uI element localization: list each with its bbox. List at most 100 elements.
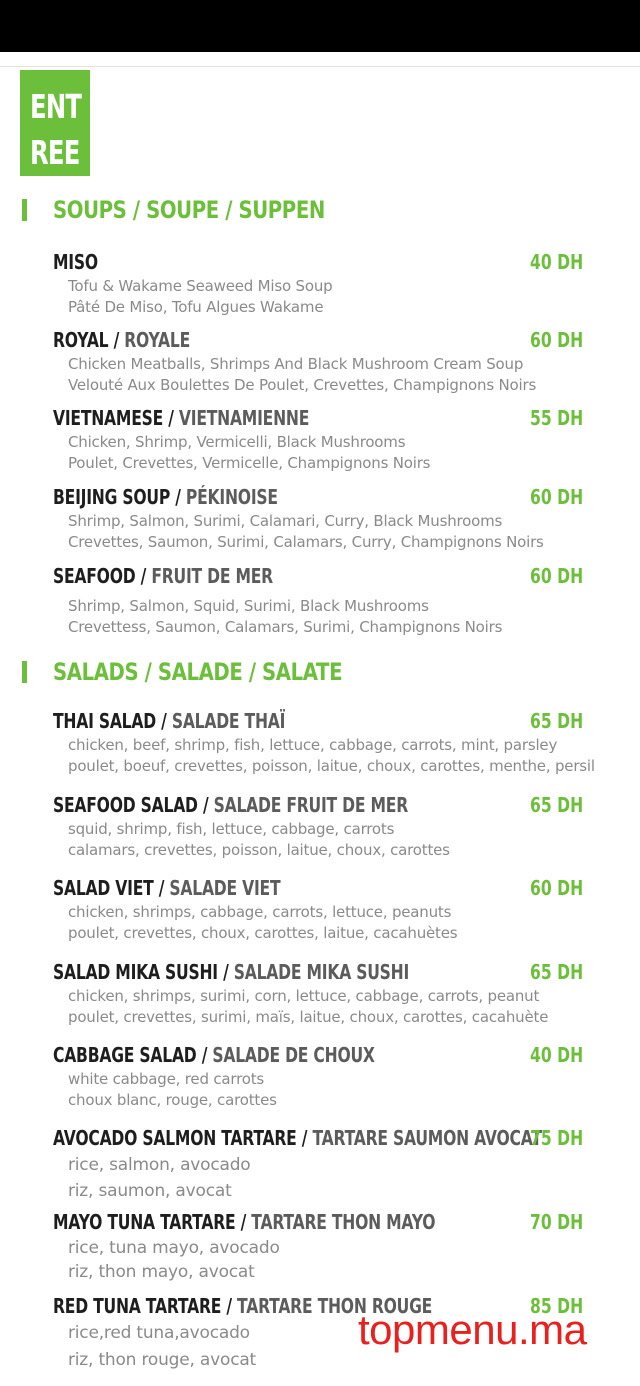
watermark-text: topmenu.ma xyxy=(358,1306,587,1353)
item-price: 65 DH xyxy=(529,960,583,984)
item-price: 75 DH xyxy=(529,1126,583,1150)
name-separator: / xyxy=(153,876,170,900)
item-desc-fr: poulet, boeuf, crevettes, poisson, laitu… xyxy=(68,757,595,775)
item-desc-fr: poulet, crevettes, surimi, maïs, laitue,… xyxy=(68,1008,549,1026)
menu-item: SALAD VIET / SALADE VIET 60 DH chicken, … xyxy=(53,876,593,944)
item-desc-en: rice, tuna mayo, avocado xyxy=(68,1238,280,1258)
item-name: THAI SALAD / SALADE THAÏ xyxy=(53,709,285,733)
item-price: 65 DH xyxy=(529,709,583,733)
menu-item: BEIJING SOUP / PÉKINOISE 60 DH Shrimp, S… xyxy=(53,485,593,553)
item-desc-fr: Velouté Aux Boulettes De Poulet, Crevett… xyxy=(68,376,537,394)
item-name: SEAFOOD SALAD / SALADE FRUIT DE MER xyxy=(53,793,408,817)
item-name-en: MISO xyxy=(53,250,98,274)
menu-item: MISO 40 DH Tofu & Wakame Seaweed Miso So… xyxy=(53,250,593,318)
item-desc-fr: riz, saumon, avocat xyxy=(68,1181,232,1201)
item-name-fr: VIETNAMIENNE xyxy=(178,406,310,430)
header-divider xyxy=(0,66,640,67)
name-separator: / xyxy=(221,1294,238,1318)
section-salads-title: SALADS / SALADE / SALATE xyxy=(53,658,343,686)
name-separator: / xyxy=(170,485,186,509)
item-desc-en: squid, shrimp, fish, lettuce, cabbage, c… xyxy=(68,820,395,838)
item-price: 40 DH xyxy=(529,1043,583,1067)
item-desc-fr: Crevettes, Saumon, Surimi, Calamars, Cur… xyxy=(68,533,544,551)
item-name-en: VIETNAMESE xyxy=(53,406,164,430)
item-name: MAYO TUNA TARTARE / TARTARE THON MAYO xyxy=(53,1210,436,1234)
name-separator: / xyxy=(163,406,179,430)
item-desc-en: Chicken, Shrimp, Vermicelli, Black Mushr… xyxy=(68,433,406,451)
item-name-fr: SALADE VIET xyxy=(169,876,281,900)
item-name: BEIJING SOUP / PÉKINOISE xyxy=(53,485,278,509)
entree-badge: ENT REE xyxy=(20,70,90,176)
item-desc-fr: Crevettess, Saumon, Calamars, Surimi, Ch… xyxy=(68,618,503,636)
item-name: SEAFOOD / FRUIT DE MER xyxy=(53,564,273,588)
name-separator: / xyxy=(197,793,214,817)
item-name-fr: PÉKINOISE xyxy=(185,485,278,509)
item-desc-en: white cabbage, red carrots xyxy=(68,1070,264,1088)
top-black-bar xyxy=(0,0,640,52)
item-name: SALAD MIKA SUSHI / SALADE MIKA SUSHI xyxy=(53,960,409,984)
item-name-fr: ROYALE xyxy=(124,328,191,352)
item-name-fr: SALADE FRUIT DE MER xyxy=(213,793,409,817)
item-name-fr: FRUIT DE MER xyxy=(151,564,273,588)
item-name-en: SALAD VIET xyxy=(53,876,154,900)
item-name-en: AVOCADO SALMON TARTARE xyxy=(53,1126,297,1150)
menu-item: ROYAL / ROYALE 60 DH Chicken Meatballs, … xyxy=(53,328,593,396)
name-separator: / xyxy=(135,564,152,588)
item-name: SALAD VIET / SALADE VIET xyxy=(53,876,281,900)
name-separator: / xyxy=(196,1043,213,1067)
item-desc-en: Chicken Meatballs, Shrimps And Black Mus… xyxy=(68,355,524,373)
item-name-en: CABBAGE SALAD xyxy=(53,1043,197,1067)
item-name-fr: TARTARE SAUMON AVOCAT xyxy=(312,1126,542,1150)
item-desc-en: Shrimp, Salmon, Surimi, Calamari, Curry,… xyxy=(68,512,503,530)
menu-item: AVOCADO SALMON TARTARE / TARTARE SAUMON … xyxy=(53,1126,593,1204)
menu-item: SALAD MIKA SUSHI / SALADE MIKA SUSHI 65 … xyxy=(53,960,593,1028)
item-desc-fr: riz, thon mayo, avocat xyxy=(68,1262,255,1282)
item-desc-fr: choux blanc, rouge, carottes xyxy=(68,1091,277,1109)
item-desc-en: Tofu & Wakame Seaweed Miso Soup xyxy=(68,277,333,295)
item-name-fr: TARTARE THON MAYO xyxy=(251,1210,436,1234)
item-desc-en: chicken, shrimps, surimi, corn, lettuce,… xyxy=(68,987,540,1005)
item-desc-fr: Poulet, Crevettes, Vermicelle, Champigno… xyxy=(68,454,431,472)
item-name-fr: SALADE THAÏ xyxy=(171,709,286,733)
badge-line-2: REE xyxy=(30,133,80,172)
item-name: CABBAGE SALAD / SALADE DE CHOUX xyxy=(53,1043,375,1067)
item-desc-en: Shrimp, Salmon, Squid, Surimi, Black Mus… xyxy=(68,597,429,615)
item-price: 65 DH xyxy=(529,793,583,817)
item-price: 60 DH xyxy=(529,564,583,588)
item-name-en: MAYO TUNA TARTARE xyxy=(53,1210,236,1234)
item-desc-en: chicken, beef, shrimp, fish, lettuce, ca… xyxy=(68,736,558,754)
item-name-en: RED TUNA TARTARE xyxy=(53,1294,222,1318)
item-desc-en: chicken, shrimps, cabbage, carrots, lett… xyxy=(68,903,452,921)
item-desc-fr: poulet, crevettes, choux, carottes, lait… xyxy=(68,924,458,942)
menu-item: THAI SALAD / SALADE THAÏ 65 DH chicken, … xyxy=(53,709,595,777)
item-price: 40 DH xyxy=(529,250,583,274)
item-name-en: THAI SALAD xyxy=(53,709,156,733)
item-name-en: SALAD MIKA SUSHI xyxy=(53,960,218,984)
name-separator: / xyxy=(217,960,234,984)
item-name-en: BEIJING SOUP xyxy=(53,485,171,509)
item-name-en: ROYAL xyxy=(53,328,109,352)
section-soups-title: SOUPS / SOUPE / SUPPEN xyxy=(53,196,325,224)
menu-item: CABBAGE SALAD / SALADE DE CHOUX 40 DH wh… xyxy=(53,1043,593,1111)
item-name-fr: SALADE MIKA SUSHI xyxy=(233,960,410,984)
section-soups-header: SOUPS / SOUPE / SUPPEN xyxy=(22,193,385,227)
item-price: 60 DH xyxy=(529,485,583,509)
item-desc-fr: Pâté De Miso, Tofu Algues Wakame xyxy=(68,298,324,316)
name-separator: / xyxy=(108,328,125,352)
section-bar xyxy=(22,661,27,683)
item-desc-en: rice, salmon, avocado xyxy=(68,1155,251,1175)
item-name: AVOCADO SALMON TARTARE / TARTARE SAUMON … xyxy=(53,1126,542,1150)
badge-line-1: ENT xyxy=(30,87,82,126)
item-name: MISO xyxy=(53,250,98,274)
section-bar xyxy=(22,199,27,221)
item-name: VIETNAMESE / VIETNAMIENNE xyxy=(53,406,309,430)
item-name: ROYAL / ROYALE xyxy=(53,328,190,352)
item-price: 70 DH xyxy=(529,1210,583,1234)
menu-item: SEAFOOD SALAD / SALADE FRUIT DE MER 65 D… xyxy=(53,793,593,861)
item-price: 60 DH xyxy=(529,328,583,352)
item-price: 60 DH xyxy=(529,876,583,900)
item-name-fr: SALADE DE CHOUX xyxy=(212,1043,375,1067)
item-price: 55 DH xyxy=(529,406,583,430)
item-name-en: SEAFOOD SALAD xyxy=(53,793,198,817)
menu-item: VIETNAMESE / VIETNAMIENNE 55 DH Chicken,… xyxy=(53,406,593,474)
